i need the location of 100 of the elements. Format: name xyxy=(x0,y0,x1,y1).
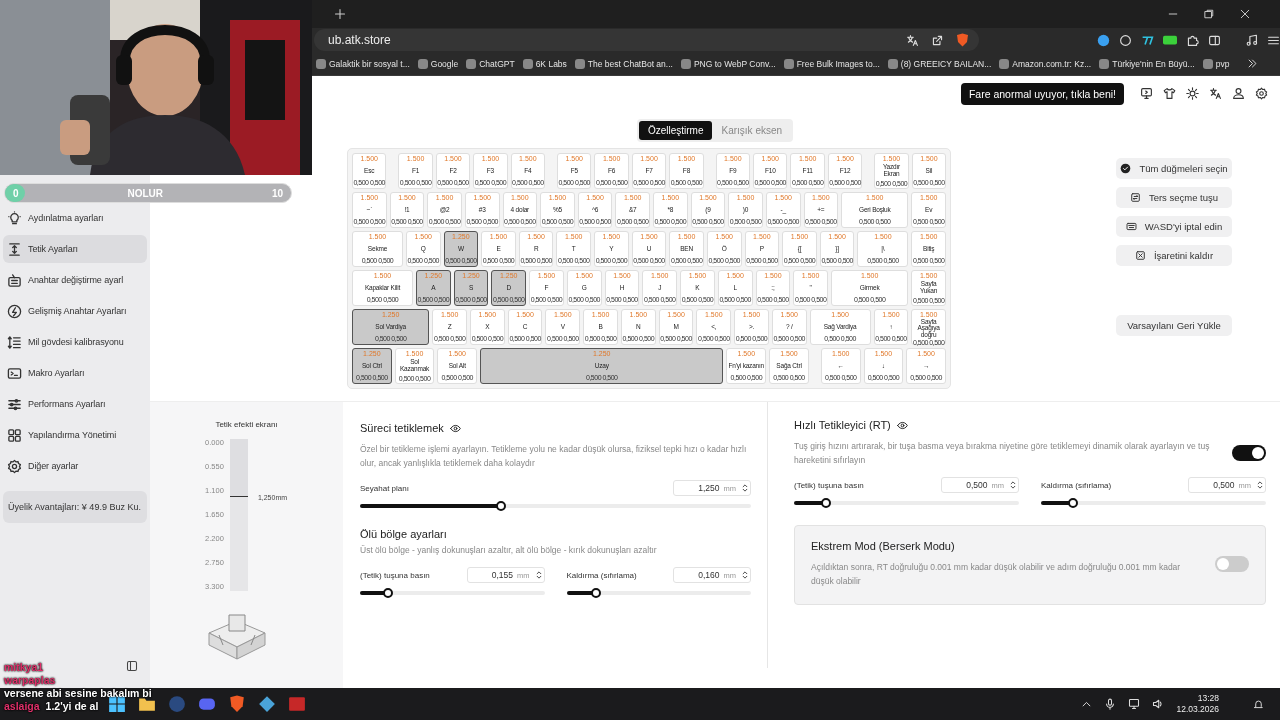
slider-label: Seyahat planı xyxy=(360,483,409,493)
section-description: Özel bir tetikleme işlemi ayarlayın. Tetikleme yolu ne kadar düşük olursa, fiziksel tepki hızı o kadar hızlı olur, ancak yanlışlıkla tetiklemek daha kolaydır xyxy=(360,443,748,470)
action-button[interactable]: İşaretini kaldır xyxy=(1116,245,1232,266)
sidebar-item[interactable]: Yapılandırma Yönetimi xyxy=(3,421,147,449)
settings-icon[interactable] xyxy=(1255,87,1268,100)
bookmark[interactable]: 6K Labs xyxy=(522,58,567,69)
close-icon[interactable] xyxy=(1240,9,1250,19)
toggle-switch[interactable] xyxy=(1232,445,1266,461)
panel-title: Tetik efekti ekranı xyxy=(215,420,278,429)
goal-start: 0 xyxy=(13,187,19,199)
monitor-icon[interactable] xyxy=(1140,87,1153,100)
clock-date[interactable]: 12.03.2026 xyxy=(1176,704,1219,715)
chat-app-icon[interactable] xyxy=(198,695,216,713)
puzzle-icon[interactable] xyxy=(1186,33,1199,47)
volume-icon[interactable] xyxy=(1152,698,1165,710)
slider-track[interactable] xyxy=(360,504,751,508)
sun-icon[interactable] xyxy=(1186,87,1199,100)
app-icon[interactable] xyxy=(258,695,276,713)
slider-thumb[interactable] xyxy=(382,588,393,598)
bookmark[interactable]: Amazon.com.tr: Kz... xyxy=(999,58,1092,69)
bookmark[interactable]: Free Bulk Images to... xyxy=(783,58,880,69)
action-button[interactable]: Ters seçme tuşu xyxy=(1116,187,1232,208)
sliders-icon[interactable] xyxy=(7,396,22,412)
section-title: Ekstrem Mod (Berserk Modu) xyxy=(811,540,955,552)
restore-icon[interactable] xyxy=(1204,9,1214,19)
bookmark[interactable]: (8) GREEICY BAILAN... xyxy=(887,58,992,69)
slider-thumb[interactable] xyxy=(591,588,601,598)
sidebar-item[interactable]: Gelişmiş Anahtar Ayarları xyxy=(3,297,147,325)
extension-icon[interactable] xyxy=(1163,34,1177,46)
panel-icon[interactable] xyxy=(126,660,138,672)
bulb-icon[interactable] xyxy=(7,210,22,226)
slider-thumb[interactable] xyxy=(820,498,831,508)
slider-thumb[interactable] xyxy=(495,501,506,511)
swap-icon[interactable] xyxy=(1129,192,1141,203)
mixer-icon[interactable] xyxy=(288,695,306,713)
bookmark[interactable]: Google xyxy=(417,58,459,69)
microphone-icon[interactable] xyxy=(1104,698,1117,710)
action-button[interactable]: WASD'yi iptal edin xyxy=(1116,216,1232,237)
stepper-icon[interactable] xyxy=(740,570,750,580)
check-icon[interactable] xyxy=(1120,163,1132,174)
terminal-icon[interactable] xyxy=(7,365,22,381)
slider-label: Kaldırma (sıfırlama) xyxy=(566,570,637,580)
bookmark[interactable]: Galaktik bir sosyal t... xyxy=(316,58,410,69)
shirt-icon[interactable] xyxy=(1163,87,1176,100)
travel-icon[interactable] xyxy=(7,241,22,257)
close-icon[interactable] xyxy=(1134,250,1146,261)
folder-icon[interactable] xyxy=(138,695,156,713)
section-title: Hızlı Tetikleyici (RT) xyxy=(794,419,891,431)
share-icon[interactable] xyxy=(931,33,944,47)
extension-icon[interactable] xyxy=(1141,33,1154,47)
bolt-icon[interactable] xyxy=(7,303,22,319)
chat-username: mitkya1 xyxy=(4,661,44,674)
eye-icon[interactable] xyxy=(449,422,461,434)
list-icon[interactable] xyxy=(7,334,22,350)
shield-icon[interactable] xyxy=(956,33,969,47)
chevron-icon[interactable] xyxy=(1247,58,1258,69)
sidebar-item[interactable]: Anahtar değiştirme ayarl xyxy=(3,266,147,294)
new-tab-icon[interactable] xyxy=(334,8,346,20)
restore-button[interactable]: Varsayılanı Geri Yükle xyxy=(1116,315,1232,336)
sidebar-item[interactable]: Performans Ayarları xyxy=(3,390,147,418)
sidebar-item[interactable]: Mil gövdesi kalibrasyonu xyxy=(3,328,147,356)
extension-icon[interactable] xyxy=(1119,33,1132,47)
browser-icon[interactable] xyxy=(228,695,246,713)
mode-tab[interactable]: Özelleştirme xyxy=(638,121,713,140)
extension-icon[interactable] xyxy=(1097,33,1110,47)
sidebar-item[interactable]: Makro Ayarları xyxy=(3,359,147,387)
eye-icon[interactable] xyxy=(896,419,908,431)
bookmark[interactable]: Türkiye'nin En Büyü... xyxy=(1099,58,1195,69)
notice-button[interactable]: Fare anormal uyuyor, tıkla beni! xyxy=(960,82,1124,105)
stepper-icon[interactable] xyxy=(1008,480,1018,490)
bookmark[interactable]: ChatGPT xyxy=(466,58,515,69)
slider-label: Kaldırma (sıfırlama) xyxy=(1041,480,1112,490)
bookmark[interactable]: PNG to WebP Conv... xyxy=(680,58,776,69)
keyboard-icon[interactable] xyxy=(1125,221,1137,232)
membership-banner[interactable]: Üyelik Avantajları: ¥ 49.9 Buz Ku. xyxy=(3,491,147,523)
stepper-icon[interactable] xyxy=(1255,480,1265,490)
grid-icon[interactable] xyxy=(7,427,22,443)
clock-time[interactable]: 13:28 xyxy=(1197,693,1219,704)
bookmark[interactable]: pvp xyxy=(1202,58,1230,69)
user-icon[interactable] xyxy=(1232,87,1245,100)
bookmark[interactable]: The best ChatBot an... xyxy=(574,58,673,69)
translate-icon[interactable] xyxy=(1209,87,1222,100)
address-bar[interactable]: ub.atk.store xyxy=(314,29,979,51)
sidebar-item[interactable]: Diğer ayarlar xyxy=(3,452,147,480)
music-icon[interactable] xyxy=(1245,33,1258,47)
slider-label: (Tetik) tuşuna basın xyxy=(360,570,430,580)
sidebar-item[interactable]: Aydınlatma ayarları xyxy=(3,204,147,232)
action-button[interactable]: Tüm düğmeleri seçin xyxy=(1116,158,1232,179)
settings-icon[interactable] xyxy=(7,458,22,474)
sidebar-item[interactable]: Tetik Ayarları xyxy=(3,235,147,263)
goal-end: 10 xyxy=(271,187,283,199)
stepper-icon[interactable] xyxy=(740,483,750,493)
section-description: Üst ölü bölge - yanlış dokunuşları azaltır, alt ölü bölge - kırık dokunuşları azaltır xyxy=(360,544,658,557)
keyboard-icon[interactable] xyxy=(7,272,22,288)
toggle-switch[interactable] xyxy=(1215,556,1249,572)
notification-icon[interactable] xyxy=(1253,698,1264,710)
slider-thumb[interactable] xyxy=(1067,498,1078,508)
sidebar-icon[interactable] xyxy=(1208,33,1221,47)
section-title: Süreci tetiklemek xyxy=(360,422,444,434)
section-title: Ölü bölge ayarları xyxy=(360,528,447,540)
